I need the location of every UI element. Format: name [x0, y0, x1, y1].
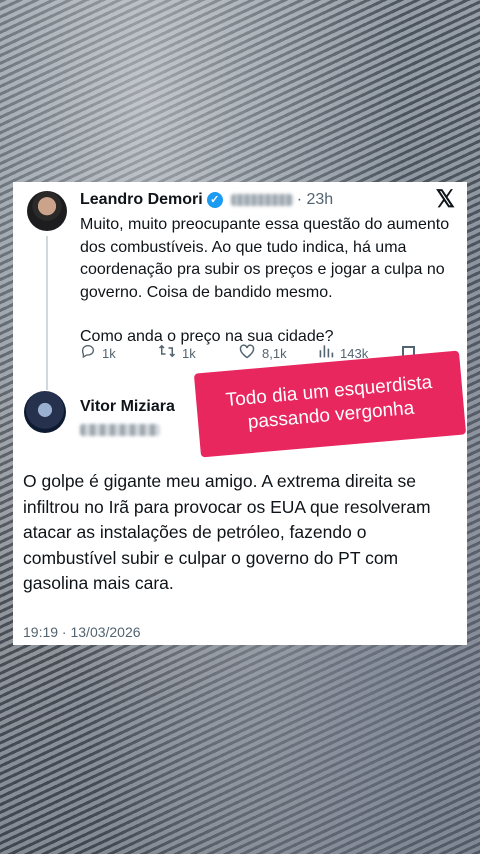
x-logo-icon: 𝕏	[435, 186, 455, 213]
reply-icon	[80, 343, 96, 364]
reply-tweet-text: O golpe é gigante meu amigo. A extrema d…	[23, 471, 431, 593]
verified-badge-icon: ✓	[206, 192, 223, 208]
blurred-handle	[230, 194, 293, 206]
heart-icon	[238, 343, 256, 364]
quoted-time-ago[interactable]: · 23h	[297, 191, 333, 209]
quoted-author-name[interactable]: Leandro Demori	[80, 191, 203, 209]
reply-timestamp[interactable]: 19:19 · 13/03/2026	[23, 624, 141, 640]
leandro-avatar[interactable]	[27, 191, 67, 231]
retweet-button[interactable]: 1k	[158, 343, 238, 364]
retweet-icon	[158, 343, 176, 364]
quoted-tweet-paragraph-1: Muito, muito preocupante essa questão do…	[80, 216, 450, 301]
reply-count: 1k	[102, 346, 116, 361]
retweet-count: 1k	[182, 346, 196, 361]
vitor-avatar[interactable]	[24, 391, 66, 433]
thread-line	[46, 236, 48, 390]
quoted-tweet-header: Leandro Demori ✓ · 23h	[80, 190, 333, 210]
quoted-tweet-text: Muito, muito preocupante essa questão do…	[80, 214, 460, 349]
reply-author-name[interactable]: Vitor Miziara	[80, 398, 175, 416]
like-button[interactable]: 8,1k	[238, 343, 318, 364]
like-count: 8,1k	[262, 346, 287, 361]
reply-button[interactable]: 1k	[80, 343, 158, 364]
blurred-handle-reply	[80, 424, 160, 436]
